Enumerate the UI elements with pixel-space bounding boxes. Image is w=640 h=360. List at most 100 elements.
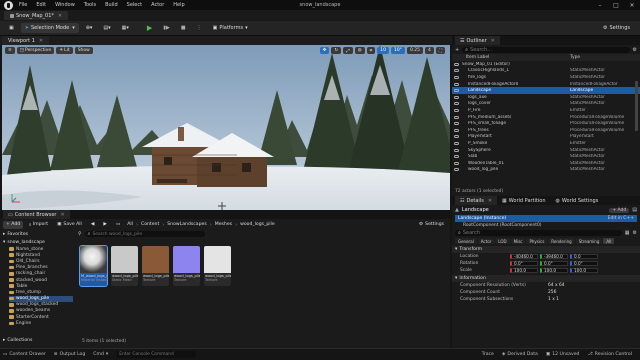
collections-header[interactable]: ▸ Collections bbox=[3, 336, 32, 344]
derived-data-button[interactable]: ◈ Derived Data bbox=[502, 352, 538, 357]
stop-icon[interactable]: ■ bbox=[177, 23, 190, 33]
import-button[interactable]: ⭳ Import bbox=[26, 221, 51, 229]
project-header[interactable]: ▾ snow_landscape bbox=[3, 238, 73, 246]
back-icon[interactable]: ◀ bbox=[88, 221, 98, 229]
visibility-eye-icon[interactable] bbox=[454, 102, 459, 106]
step-icon[interactable]: ▮▶ bbox=[159, 23, 174, 33]
blueprint-icon[interactable]: ▤ bbox=[632, 207, 637, 213]
content-settings-button[interactable]: ⚙ Settings bbox=[416, 221, 447, 229]
location-y-field[interactable]: -39460.0 bbox=[540, 253, 568, 260]
content-browser-tab[interactable]: ▭ Content Browser ✕ bbox=[3, 210, 70, 219]
forward-icon[interactable]: ▶ bbox=[100, 221, 110, 229]
asset-tile[interactable]: wood_logs_pile Static Mesh bbox=[111, 246, 138, 286]
revision-control-button[interactable]: ⎇ Revision Control bbox=[587, 352, 632, 357]
visibility-eye-icon[interactable] bbox=[454, 69, 459, 73]
close-tab-icon[interactable]: ✕ bbox=[60, 212, 64, 218]
breadcrumb-item[interactable]: Meshes bbox=[215, 222, 232, 227]
details-tab[interactable]: ☷ Details ✕ bbox=[455, 196, 498, 205]
save-all-button[interactable]: ▣ Save All bbox=[54, 221, 85, 229]
item-label-header[interactable]: Item Label bbox=[466, 55, 570, 60]
breadcrumb-item[interactable]: SnowLandscapes bbox=[167, 222, 206, 227]
filter-tab-general[interactable]: General bbox=[455, 238, 477, 244]
rotate-icon[interactable]: ↻ bbox=[331, 47, 342, 54]
outliner-row[interactable]: fire_logs StaticMeshActor bbox=[452, 74, 640, 81]
outliner-row[interactable]: Landscape Landscape bbox=[452, 87, 640, 94]
asset-tile[interactable]: wood_logs_pile_NormalTexture bbox=[173, 246, 200, 286]
level-viewport[interactable]: ≡ ◳ Perspective ☀ Lit Show ✥ ↻ ⤢ ◍ ⌗ 10 … bbox=[2, 45, 450, 210]
filter-tab-streaming[interactable]: Streaming bbox=[575, 238, 603, 244]
scale-snap-value[interactable]: 0.25 bbox=[406, 47, 423, 54]
outliner-row[interactable]: PFS_trees ProceduralFoliageVolume bbox=[452, 127, 640, 134]
show-button[interactable]: Show bbox=[74, 47, 93, 54]
filter-icon[interactable]: ⚲ bbox=[78, 231, 82, 237]
visibility-eye-icon[interactable] bbox=[454, 108, 459, 112]
close-tab-icon[interactable]: ✕ bbox=[488, 198, 492, 204]
cmd-button[interactable]: Cmd ▾ bbox=[93, 352, 108, 357]
menu-item-file[interactable]: File bbox=[19, 2, 27, 8]
breadcrumb-item[interactable]: wood_logs_pile bbox=[240, 222, 275, 227]
location-x-field[interactable]: -40460.0 bbox=[510, 253, 538, 260]
close-tab-icon[interactable]: ✕ bbox=[39, 38, 43, 44]
camera-speed-value[interactable]: 4 bbox=[424, 47, 434, 54]
add-content-icon[interactable]: ⊕▾ bbox=[82, 23, 97, 33]
world-local-icon[interactable]: ◍ bbox=[354, 47, 365, 54]
level-tab[interactable]: Snow_Map_01* ✕ bbox=[4, 11, 69, 20]
outliner-row[interactable]: InstancedFoliageActor0 InstancedFoliageAc… bbox=[452, 81, 640, 88]
folder-icon[interactable]: ▭ bbox=[113, 221, 123, 229]
toolbar-settings-button[interactable]: ⚙ Settings bbox=[599, 23, 634, 33]
console-command-input[interactable]: Enter Console Command bbox=[116, 351, 197, 358]
breadcrumb-item[interactable]: Content bbox=[141, 222, 159, 227]
add-button[interactable]: + Add bbox=[3, 220, 24, 229]
world-settings-tab[interactable]: ◍ World Settings bbox=[551, 196, 604, 205]
filter-tab-misc[interactable]: Misc bbox=[510, 238, 526, 244]
menu-item-actor[interactable]: Actor bbox=[151, 2, 164, 8]
outliner-row[interactable]: PlayerStart PlayerStart bbox=[452, 134, 640, 141]
filter-tab-actor[interactable]: Actor bbox=[477, 238, 495, 244]
outliner-row[interactable]: P_Fire Emitter bbox=[452, 107, 640, 114]
menu-item-edit[interactable]: Edit bbox=[36, 2, 46, 8]
outliner-row[interactable]: ClassicHighlands_1 StaticMeshActor bbox=[452, 68, 640, 75]
scale-y-field[interactable]: 100.0 bbox=[540, 267, 568, 274]
rotation-x-field[interactable]: 0.0° bbox=[510, 260, 538, 267]
add-filter-icon[interactable]: + bbox=[455, 47, 459, 53]
visibility-eye-icon[interactable] bbox=[454, 89, 459, 93]
visibility-eye-icon[interactable] bbox=[454, 135, 459, 139]
location-z-field[interactable]: 0.0 bbox=[570, 253, 598, 260]
save-icon[interactable]: ▣ bbox=[5, 23, 18, 33]
filter-icon[interactable]: ⚙ bbox=[633, 47, 637, 53]
filter-tab-lod[interactable]: LOD bbox=[495, 238, 510, 244]
surface-snap-icon[interactable]: ⌗ bbox=[366, 47, 376, 54]
outliner-search-input[interactable]: ⌕ Search... bbox=[462, 46, 630, 53]
trace-button[interactable]: Trace bbox=[482, 352, 494, 357]
menu-item-select[interactable]: Select bbox=[127, 2, 142, 8]
menu-item-tools[interactable]: Tools bbox=[84, 2, 96, 8]
add-component-button[interactable]: + Add bbox=[609, 207, 630, 213]
visibility-eye-icon[interactable] bbox=[454, 148, 459, 152]
viewport-tab[interactable]: Viewport 1 ✕ bbox=[2, 36, 50, 45]
folder-tree-item[interactable]: Engine bbox=[9, 320, 73, 326]
root-component-row[interactable]: RootComponent (RootComponent0) bbox=[455, 222, 637, 229]
play-options-icon[interactable]: ⋮ bbox=[193, 23, 206, 33]
outliner-row[interactable]: Slab StaticMeshActor bbox=[452, 153, 640, 160]
outliner-row[interactable]: P_Smoke Emitter bbox=[452, 140, 640, 147]
outliner-tab[interactable]: ☰ Outliner ✕ bbox=[455, 36, 500, 45]
outliner-scrollbar[interactable] bbox=[635, 81, 638, 131]
menu-item-build[interactable]: Build bbox=[105, 2, 118, 8]
instance-row[interactable]: Landscape (Instance) Edit in C++ bbox=[455, 215, 637, 222]
world-partition-tab[interactable]: ▦ World Partition bbox=[497, 196, 551, 205]
visibility-eye-icon[interactable] bbox=[454, 75, 459, 79]
outliner-row[interactable]: logs_axe StaticMeshActor bbox=[452, 94, 640, 101]
unsaved-button[interactable]: ▣ 12 Unsaved bbox=[546, 352, 580, 357]
visibility-eye-icon[interactable] bbox=[454, 122, 459, 126]
scale-z-field[interactable]: 100.0 bbox=[570, 267, 598, 274]
outliner-row[interactable]: WoodenTable_01 StaticMeshActor bbox=[452, 160, 640, 167]
rotation-z-field[interactable]: 0.0° bbox=[570, 260, 598, 267]
scale-x-field[interactable]: 100.0 bbox=[510, 267, 538, 274]
close-tab-icon[interactable]: ✕ bbox=[491, 38, 495, 44]
viewport-menu-icon[interactable]: ≡ bbox=[5, 47, 15, 54]
perspective-button[interactable]: ◳ Perspective bbox=[16, 47, 55, 54]
visibility-eye-icon[interactable] bbox=[454, 168, 459, 172]
filter-tab-rendering[interactable]: Rendering bbox=[548, 238, 575, 244]
scale-icon[interactable]: ⤢ bbox=[343, 47, 353, 54]
outliner-row[interactable]: Snow_Map_01 (Editor) bbox=[452, 61, 640, 68]
